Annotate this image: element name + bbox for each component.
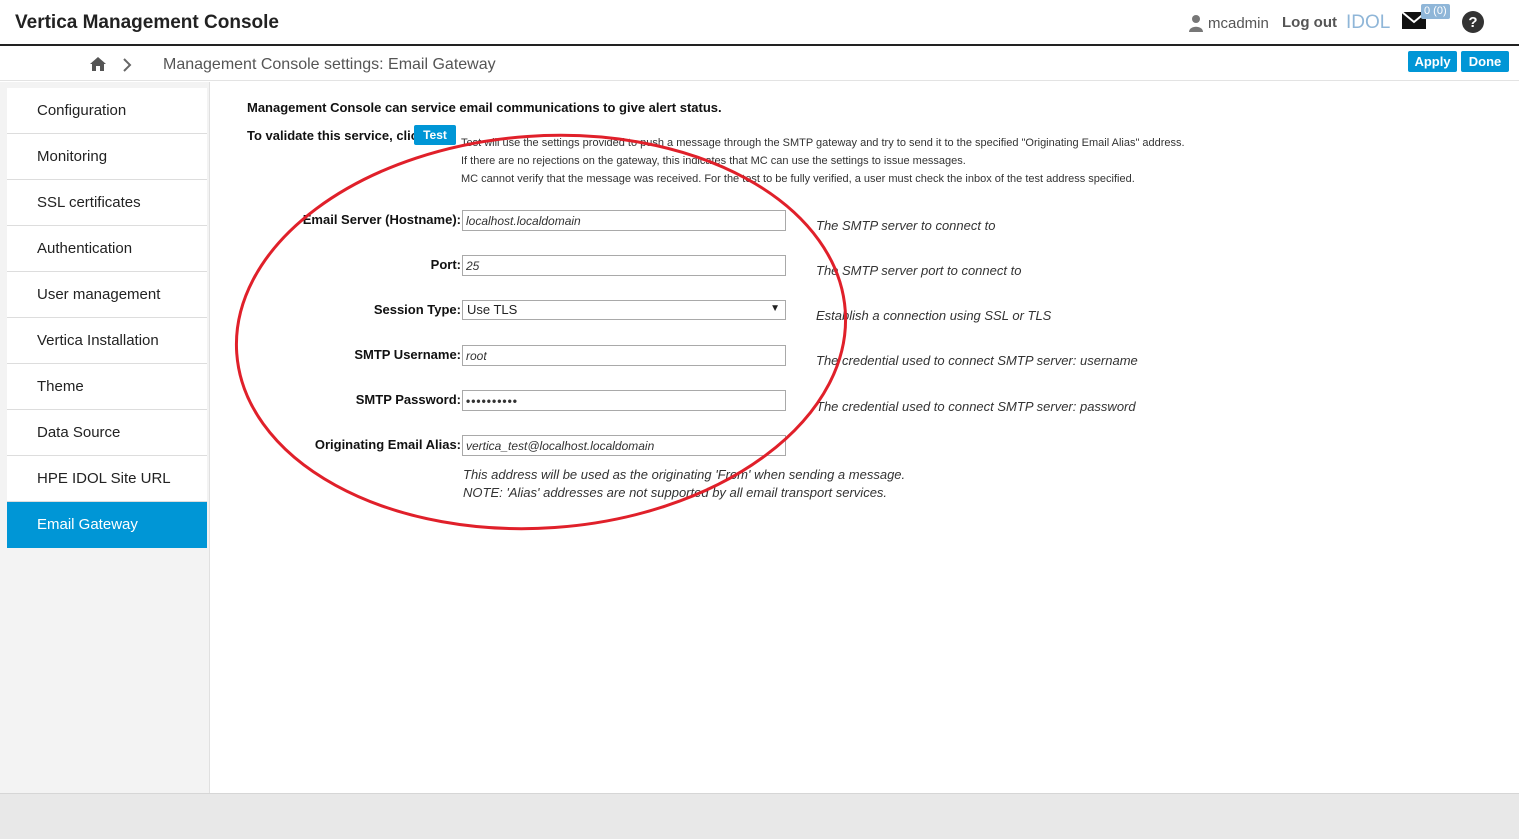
svg-text:?: ? [1468,14,1477,31]
email-alias-label: Originating Email Alias: [314,437,461,452]
alias-note: This address will be used as the origina… [463,466,905,502]
chevron-right-icon [123,58,132,72]
sidebar-item-ssl-certificates[interactable]: SSL certificates [7,180,207,226]
home-icon[interactable] [89,56,107,72]
test-note-line: MC cannot verify that the message was re… [461,173,1135,185]
port-label: Port: [430,257,461,272]
hostname-input[interactable] [462,210,786,231]
footer-bar [0,793,1519,839]
top-header: Vertica Management Console mcadmin Log o… [0,0,1519,46]
annotation-ellipse [234,133,848,531]
page-title: Management Console settings: Email Gatew… [163,56,496,73]
session-type-label: Session Type: [373,302,461,317]
test-note: Test will use the settings provided to p… [461,134,1185,188]
help-icon[interactable]: ? [1461,10,1485,34]
smtp-username-hint: The credential used to connect SMTP serv… [816,353,1138,368]
session-type-select[interactable]: Use TLS ▼ [462,300,786,320]
apply-button[interactable]: Apply [1408,51,1457,72]
test-note-line: If there are no rejections on the gatewa… [461,155,966,167]
sidebar-item-theme[interactable]: Theme [7,364,207,410]
app-window: Vertica Management Console mcadmin Log o… [0,0,1519,839]
username: mcadmin [1208,14,1269,32]
mail-badge: 0 (0) [1421,4,1450,19]
smtp-password-input[interactable] [462,390,786,411]
done-button[interactable]: Done [1461,51,1509,72]
smtp-username-input[interactable] [462,345,786,366]
sidebar-item-user-management[interactable]: User management [7,272,207,318]
sidebar-item-vertica-installation[interactable]: Vertica Installation [7,318,207,364]
sidebar-item-idol-site-url[interactable]: HPE IDOL Site URL [7,456,207,502]
hostname-label: Email Server (Hostname): [302,212,461,227]
dropdown-arrow-icon: ▼ [770,303,780,314]
email-alias-input[interactable] [462,435,786,456]
sidebar-item-data-source[interactable]: Data Source [7,410,207,456]
intro-text: Management Console can service email com… [247,100,722,115]
idol-link[interactable]: IDOL [1346,12,1390,34]
logout-link[interactable]: Log out [1282,14,1337,31]
sidebar-item-authentication[interactable]: Authentication [7,226,207,272]
test-button[interactable]: Test [414,125,456,145]
user-menu[interactable]: mcadmin [1188,12,1269,34]
sidebar-item-email-gateway[interactable]: Email Gateway [7,502,207,548]
alias-note-line: NOTE: 'Alias' addresses are not supporte… [463,485,888,500]
hostname-hint: The SMTP server to connect to [816,218,996,233]
alias-note-line: This address will be used as the origina… [463,467,906,482]
test-note-line: Test will use the settings provided to p… [461,137,1185,149]
user-icon [1189,15,1203,32]
smtp-password-label: SMTP Password: [355,392,461,407]
port-hint: The SMTP server port to connect to [816,263,1022,278]
breadcrumb-bar: Management Console settings: Email Gatew… [0,48,1519,81]
session-type-value: Use TLS [467,302,518,317]
validate-label: To validate this service, click [247,128,426,143]
session-type-hint: Establish a connection using SSL or TLS [816,308,1052,323]
port-input[interactable] [462,255,786,276]
sidebar-item-configuration[interactable]: Configuration [7,88,207,134]
smtp-password-hint: The credential used to connect SMTP serv… [816,399,1136,414]
sidebar-item-monitoring[interactable]: Monitoring [7,134,207,180]
app-title: Vertica Management Console [15,12,279,33]
smtp-username-label: SMTP Username: [354,347,461,362]
settings-sidebar: Configuration Monitoring SSL certificate… [7,88,207,548]
